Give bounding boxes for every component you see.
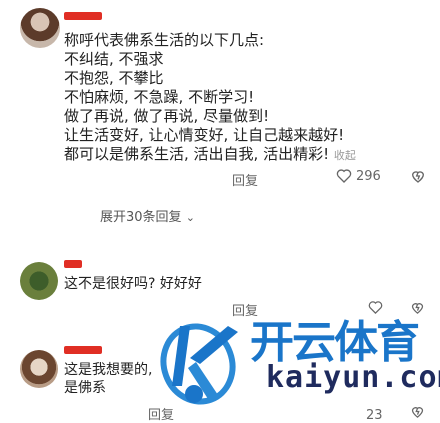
post-line-6: 让生活变好, 让心情变好, 让自己越来越好!: [64, 126, 345, 144]
post-line-1: 称呼代表佛系生活的以下几点:: [64, 31, 265, 49]
post-line-2: 不纠结, 不强求: [64, 50, 164, 68]
post-line-5: 做了再说, 做了再说, 尽量做到!: [64, 107, 270, 125]
watermark: 开云体育 kaiyun.com: [150, 300, 440, 422]
k-logo-icon: [160, 323, 238, 405]
dislike-icon: [411, 171, 425, 183]
post-time: 回复: [232, 174, 259, 189]
like-count: 296: [356, 168, 381, 184]
commenter-name[interactable]: [64, 346, 102, 354]
commenter-name[interactable]: [64, 260, 82, 268]
post-container: 称呼代表佛系生活的以下几点: 不纠结, 不强求 不抱怨, 不攀比 不怕麻烦, 不…: [0, 0, 440, 240]
heart-icon: [336, 169, 352, 183]
like-button[interactable]: 296: [336, 168, 381, 184]
watermark-domain: kaiyun.com: [266, 360, 440, 395]
dislike-button[interactable]: [410, 168, 426, 188]
post-line-3: 不抱怨, 不攀比: [64, 69, 164, 87]
post-line-7-text: 都可以是佛系生活, 活出自我, 活出精彩!: [64, 145, 330, 163]
collapse-link[interactable]: 收起: [334, 149, 356, 162]
post-line-4: 不怕麻烦, 不急躁, 不断学习!: [64, 88, 255, 106]
commenter-avatar[interactable]: [20, 262, 58, 300]
chevron-down-icon: ⌄: [185, 211, 195, 224]
expand-replies-link[interactable]: 展开30条回复 ⌄: [100, 206, 195, 225]
user-avatar[interactable]: [20, 8, 60, 48]
user-name[interactable]: [64, 12, 102, 20]
comment-text: 这不是很好吗? 好好好: [64, 276, 202, 292]
expand-replies-label: 展开30条回复: [100, 210, 182, 225]
post-line-7: 都可以是佛系生活, 活出自我, 活出精彩! 收起: [64, 146, 356, 164]
comment-text-2: 是佛系: [64, 380, 106, 396]
comment-text: 这是我想要的,: [64, 362, 153, 378]
commenter-avatar[interactable]: [20, 350, 58, 388]
